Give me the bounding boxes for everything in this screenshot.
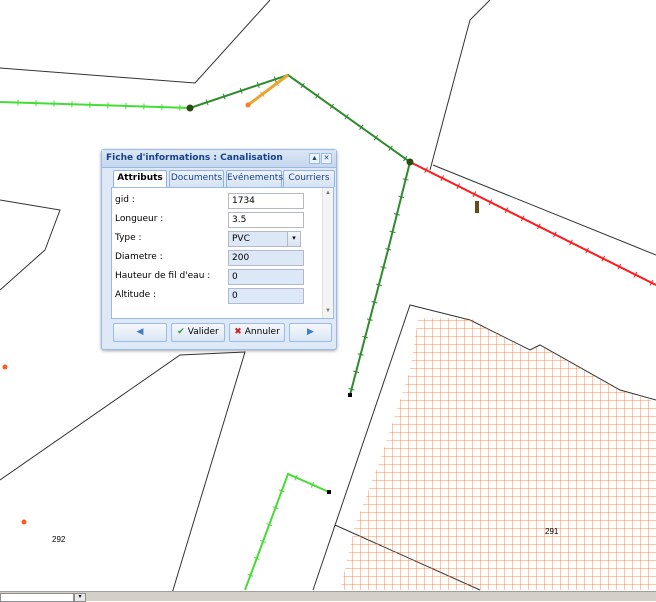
next-button[interactable]: ▶ <box>289 323 332 342</box>
info-dialog: Fiche d'informations : Canalisation ▲ ✕ … <box>101 149 337 350</box>
pipe-node <box>22 520 27 525</box>
pipe-node <box>246 103 251 108</box>
scroll-down-icon[interactable]: ▼ <box>324 308 332 314</box>
dropdown-button[interactable]: ▾ <box>74 593 86 602</box>
attributes-panel: gid : 1734 Longueur : 3.5 Type : PVC ▾ D… <box>111 187 334 319</box>
pipe-end <box>348 393 352 397</box>
parcel-boundary <box>0 352 245 600</box>
field-label: gid : <box>115 195 135 205</box>
tab-strip: Attributs Documents Evénements Courriers <box>111 170 327 187</box>
hatched-parcel <box>330 310 656 592</box>
pipe-tick <box>390 231 396 232</box>
tab-evenements[interactable]: Evénements <box>226 170 282 187</box>
triangle-right-icon: ▶ <box>307 327 314 337</box>
parcel-label: 292 <box>52 535 65 544</box>
field-label: Hauteur de fil d'eau : <box>115 271 210 281</box>
prev-button[interactable]: ◀ <box>113 323 167 342</box>
field-label: Longueur : <box>115 214 163 224</box>
diametre-field[interactable]: 200 <box>228 250 304 266</box>
parcel-boundary <box>0 0 270 83</box>
longueur-field[interactable]: 3.5 <box>228 212 304 228</box>
pipe-node <box>187 105 194 112</box>
pipe-tick <box>403 179 409 180</box>
parcel-boundary <box>430 0 490 170</box>
tab-courriers[interactable]: Courriers <box>283 170 335 187</box>
pipe-node <box>407 159 414 166</box>
parcel-boundary <box>0 200 60 290</box>
pipe-end <box>327 490 331 494</box>
pipe-tick <box>385 249 391 250</box>
type-select[interactable]: PVC <box>228 231 289 247</box>
pipe-light-green <box>245 474 329 590</box>
field-label: Altitude : <box>115 290 156 300</box>
scroll-up-icon[interactable]: ▲ <box>324 190 332 196</box>
parcel-boundary <box>433 165 656 255</box>
gid-field[interactable]: 1734 <box>228 193 304 209</box>
chevron-down-icon[interactable]: ▾ <box>287 231 301 247</box>
altitude-field[interactable]: 0 <box>228 288 304 304</box>
valve-marker <box>475 201 479 213</box>
field-label: Type : <box>115 233 142 243</box>
pipe-orange <box>248 75 288 105</box>
close-icon[interactable]: ✕ <box>321 153 332 164</box>
pipe-tick <box>394 214 400 215</box>
cancel-button[interactable]: ✖Annuler <box>229 323 285 342</box>
collapse-icon[interactable]: ▲ <box>309 153 320 164</box>
validate-label: Valider <box>188 327 219 337</box>
bottom-input[interactable] <box>0 593 74 602</box>
tab-documents[interactable]: Documents <box>169 170 224 187</box>
tab-attributs[interactable]: Attributs <box>113 170 167 188</box>
panel-scrollbar[interactable]: ▲ ▼ <box>322 188 333 318</box>
check-icon: ✔ <box>177 327 185 337</box>
cross-icon: ✖ <box>234 327 242 337</box>
parcel-label: 291 <box>545 527 558 536</box>
validate-button[interactable]: ✔Valider <box>171 323 225 342</box>
dialog-footer: ◀ ✔Valider ✖Annuler ▶ <box>111 322 332 342</box>
field-label: Diametre : <box>115 252 163 262</box>
dialog-title: Fiche d'informations : Canalisation <box>106 153 283 163</box>
cancel-label: Annuler <box>245 327 280 337</box>
pipe-node <box>3 365 8 370</box>
dialog-header[interactable]: Fiche d'informations : Canalisation ▲ ✕ <box>102 150 336 168</box>
hauteur-field[interactable]: 0 <box>228 269 304 285</box>
triangle-left-icon: ◀ <box>137 327 144 337</box>
pipe-tick <box>398 196 404 197</box>
